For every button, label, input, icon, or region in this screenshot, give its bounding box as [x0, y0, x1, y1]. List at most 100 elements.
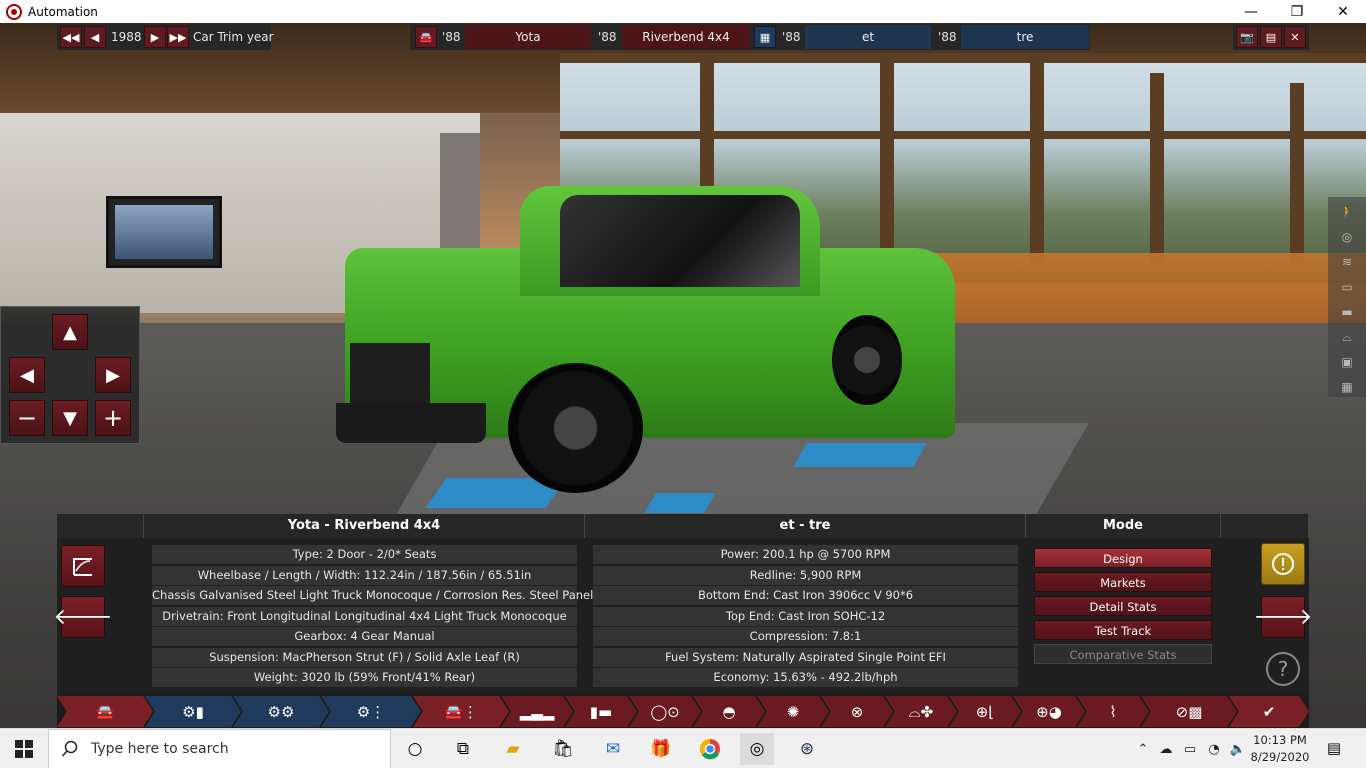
category-wheels-icon[interactable]: ✺	[757, 696, 829, 727]
zoom-in-button[interactable]: +	[95, 400, 131, 436]
windows-logo-icon	[15, 740, 33, 758]
engine-stat-row: Compression: 7.8:1	[593, 627, 1018, 646]
category-car-design-icon[interactable]: 🚘⋮	[413, 696, 509, 727]
side-tool-strip: 🚶 ◎ ≋ ▭ ▬ ⌓ ▣ ▦	[1328, 197, 1366, 397]
camera-control-pad: ▲ ◀ ▶ − ▼ +	[0, 306, 140, 444]
pedestrian-icon[interactable]: 🚶	[1336, 202, 1358, 222]
mode-test-track-button[interactable]: Test Track	[1034, 620, 1212, 640]
year-next-button[interactable]: ▶	[144, 26, 166, 48]
close-window-button[interactable]: ✕	[1320, 0, 1366, 23]
rear-wheel	[832, 315, 902, 405]
category-testing-icon[interactable]: ⊘▩	[1141, 696, 1237, 727]
category-engine-parts-icon[interactable]: ⚙⚙	[233, 696, 329, 727]
warning-button[interactable]	[1261, 543, 1305, 585]
truck-bumper	[336, 403, 486, 443]
car-model-field[interactable]: Yota	[465, 25, 591, 49]
category-finish-icon[interactable]: ✔	[1229, 696, 1309, 727]
category-fuel-icon[interactable]: ⌇	[1077, 696, 1149, 727]
gift-icon[interactable]: 🎁	[644, 733, 678, 765]
notification-icon[interactable]: ▤	[1322, 739, 1346, 759]
warning-icon	[1272, 553, 1294, 575]
panel-icon[interactable]: ▬	[1336, 302, 1358, 322]
car-stat-row: Suspension: MacPherson Strut (F) / Solid…	[152, 648, 577, 667]
grid-icon[interactable]: ▦	[1336, 377, 1358, 397]
car-stat-row: Wheelbase / Length / Width: 112.24in / 1…	[152, 566, 577, 585]
truck-grille	[350, 343, 430, 403]
taskbar-clock[interactable]: 10:13 PM 8/29/2020	[1246, 732, 1314, 766]
clock-date: 8/29/2020	[1250, 750, 1310, 764]
store-icon[interactable]: 🛍	[546, 733, 580, 765]
engine-family-field[interactable]: et	[805, 25, 931, 49]
category-safety-icon[interactable]: ⊕◕	[1013, 696, 1085, 727]
file-explorer-icon[interactable]: ▰	[496, 733, 530, 765]
category-car-body-icon[interactable]: 🚘	[57, 696, 153, 727]
engine-stat-row: Redline: 5,900 RPM	[593, 566, 1018, 585]
steam-icon[interactable]: ⊛	[790, 733, 824, 765]
year-first-button[interactable]: ◀◀	[60, 26, 82, 48]
category-aero-icon[interactable]: ⌓✤	[885, 696, 957, 727]
category-rims-icon[interactable]: ⊗	[821, 696, 893, 727]
engine-stat-row: Top End: Cast Iron SOHC-12	[593, 607, 1018, 626]
category-interior-icon[interactable]: ⊕⌊	[949, 696, 1021, 727]
taskbar-search-box[interactable]: Type here to search	[48, 729, 391, 768]
car-shape-icon[interactable]: ⌓	[1336, 327, 1358, 347]
engine-variant-field[interactable]: tre	[961, 25, 1089, 49]
windows-start-button[interactable]	[0, 729, 48, 768]
camera-right-button[interactable]: ▶	[95, 357, 131, 393]
category-chassis-icon[interactable]: ▂▃▂	[501, 696, 573, 727]
spring-icon[interactable]: ≋	[1336, 252, 1358, 272]
mode-design-button[interactable]: Design	[1034, 548, 1212, 568]
camera-icon[interactable]: 📷	[1236, 26, 1258, 48]
automation-logo-icon	[6, 3, 22, 20]
back-arrow-button[interactable]: 🡐	[54, 596, 113, 638]
chevron-up-icon[interactable]: ⌃	[1132, 742, 1154, 757]
engine-family-year: '88	[782, 30, 801, 44]
car-stat-row: Weight: 3020 lb (59% Front/41% Rear)	[152, 668, 577, 687]
category-engine-family-icon[interactable]: ⚙▮	[145, 696, 241, 727]
restore-button[interactable]: ❐	[1274, 0, 1320, 23]
car-stat-row: Chassis Galvanised Steel Light Truck Mon…	[152, 586, 599, 605]
window-title: Automation	[28, 4, 98, 19]
automation-taskbar-icon[interactable]: ◎	[740, 733, 774, 765]
truck-window	[560, 195, 800, 287]
mode-markets-button[interactable]: Markets	[1034, 572, 1212, 592]
suspension-geometry-button[interactable]	[61, 545, 105, 587]
next-arrow-button[interactable]: 🡒	[1254, 596, 1313, 638]
task-view-icon[interactable]: ⧉	[446, 733, 480, 765]
engine-stat-row: Power: 200.1 hp @ 5700 RPM	[593, 545, 1018, 564]
year-last-button[interactable]: ▶▶	[167, 26, 189, 48]
minimize-button[interactable]: —	[1228, 0, 1274, 23]
cortana-icon[interactable]: ○	[398, 733, 432, 765]
onedrive-icon[interactable]: ☁	[1154, 742, 1178, 757]
category-engine-tune-icon[interactable]: ⚙⋮	[321, 696, 421, 727]
category-suspension-icon[interactable]: ◯⊙	[629, 696, 701, 727]
engine-stat-row: Economy: 15.63% - 492.2lb/hph	[593, 668, 1018, 687]
mode-detail-stats-button[interactable]: Detail Stats	[1034, 596, 1212, 616]
engine-icon[interactable]: ▦	[754, 26, 776, 48]
camera-down-button[interactable]: ▼	[52, 400, 88, 436]
calculator-icon[interactable]: ▤	[1260, 26, 1282, 48]
zoom-out-button[interactable]: −	[9, 400, 45, 436]
mail-icon[interactable]: ✉	[596, 733, 630, 765]
camera-up-button[interactable]: ▲	[52, 314, 88, 350]
car-stat-row: Drivetrain: Front Longitudinal Longitudi…	[152, 607, 577, 626]
wheel-icon[interactable]: ◎	[1336, 227, 1358, 247]
engine-stat-row: Fuel System: Naturally Aspirated Single …	[593, 648, 1018, 667]
car-trim-field[interactable]: Riverbend 4x4	[622, 25, 750, 49]
car-icon[interactable]: 🚘	[415, 26, 437, 48]
help-icon[interactable]: ?	[1266, 652, 1300, 686]
camera-left-button[interactable]: ◀	[9, 357, 45, 393]
chrome-icon[interactable]	[693, 733, 727, 765]
engine-panel-title: et - tre	[585, 514, 1026, 538]
engine-bay-icon[interactable]: ▣	[1336, 352, 1358, 372]
brake-icon[interactable]: ▭	[1336, 277, 1358, 297]
wifi-icon[interactable]: ◔	[1202, 742, 1226, 757]
battery-icon[interactable]: ▭	[1178, 742, 1202, 757]
category-drivetrain-icon[interactable]: ▮▬	[565, 696, 637, 727]
info-panel: Yota - Riverbend 4x4 et - tre Mode 🡐 Typ…	[54, 514, 1313, 695]
close-icon[interactable]: ✕	[1284, 26, 1306, 48]
year-prev-button[interactable]: ◀	[84, 26, 106, 48]
search-placeholder: Type here to search	[91, 741, 229, 757]
search-icon	[61, 740, 78, 757]
category-brakes-icon[interactable]: ◓	[693, 696, 765, 727]
